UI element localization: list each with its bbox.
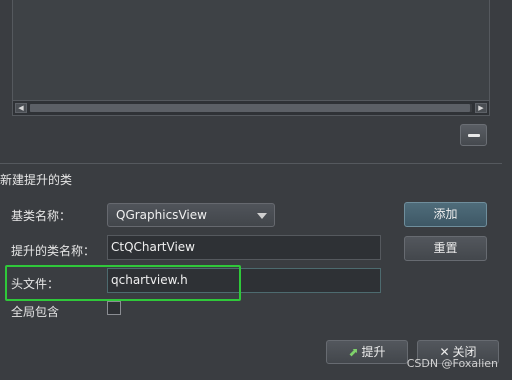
base-class-value: QGraphicsView	[116, 208, 207, 222]
promote-button[interactable]: ⬈ 提升	[326, 340, 408, 364]
remove-class-button[interactable]	[460, 124, 487, 146]
scrollbar-track[interactable]	[30, 104, 472, 112]
base-class-label: 基类名称：	[11, 209, 72, 223]
promote-icon: ⬈	[348, 345, 359, 359]
minus-icon	[468, 134, 480, 137]
scroll-right-arrow-icon[interactable]: ▶	[475, 103, 487, 113]
watermark-text: CSDN @Foxalien	[406, 357, 498, 370]
header-file-highlight-box	[5, 265, 241, 301]
global-include-checkbox[interactable]	[107, 301, 121, 315]
section-divider	[0, 163, 502, 164]
promoted-class-name-input[interactable]: CtQChartView	[107, 235, 381, 260]
promoted-classes-list[interactable]	[12, 0, 490, 116]
reset-button[interactable]: 重置	[404, 236, 487, 261]
scroll-left-arrow-icon[interactable]: ◀	[15, 103, 27, 113]
scrollbar-thumb[interactable]	[30, 104, 470, 112]
base-class-combobox[interactable]: QGraphicsView	[107, 203, 275, 227]
global-include-label: 全局包含	[11, 305, 60, 319]
promoted-class-name-label: 提升的类名称：	[11, 244, 96, 258]
new-promoted-class-group-title: 新建提升的类	[0, 173, 73, 187]
horizontal-scrollbar[interactable]: ◀ ▶	[12, 100, 490, 116]
add-button[interactable]: 添加	[404, 202, 487, 227]
chevron-down-icon	[257, 213, 267, 219]
promote-button-label: 提升	[361, 345, 386, 359]
